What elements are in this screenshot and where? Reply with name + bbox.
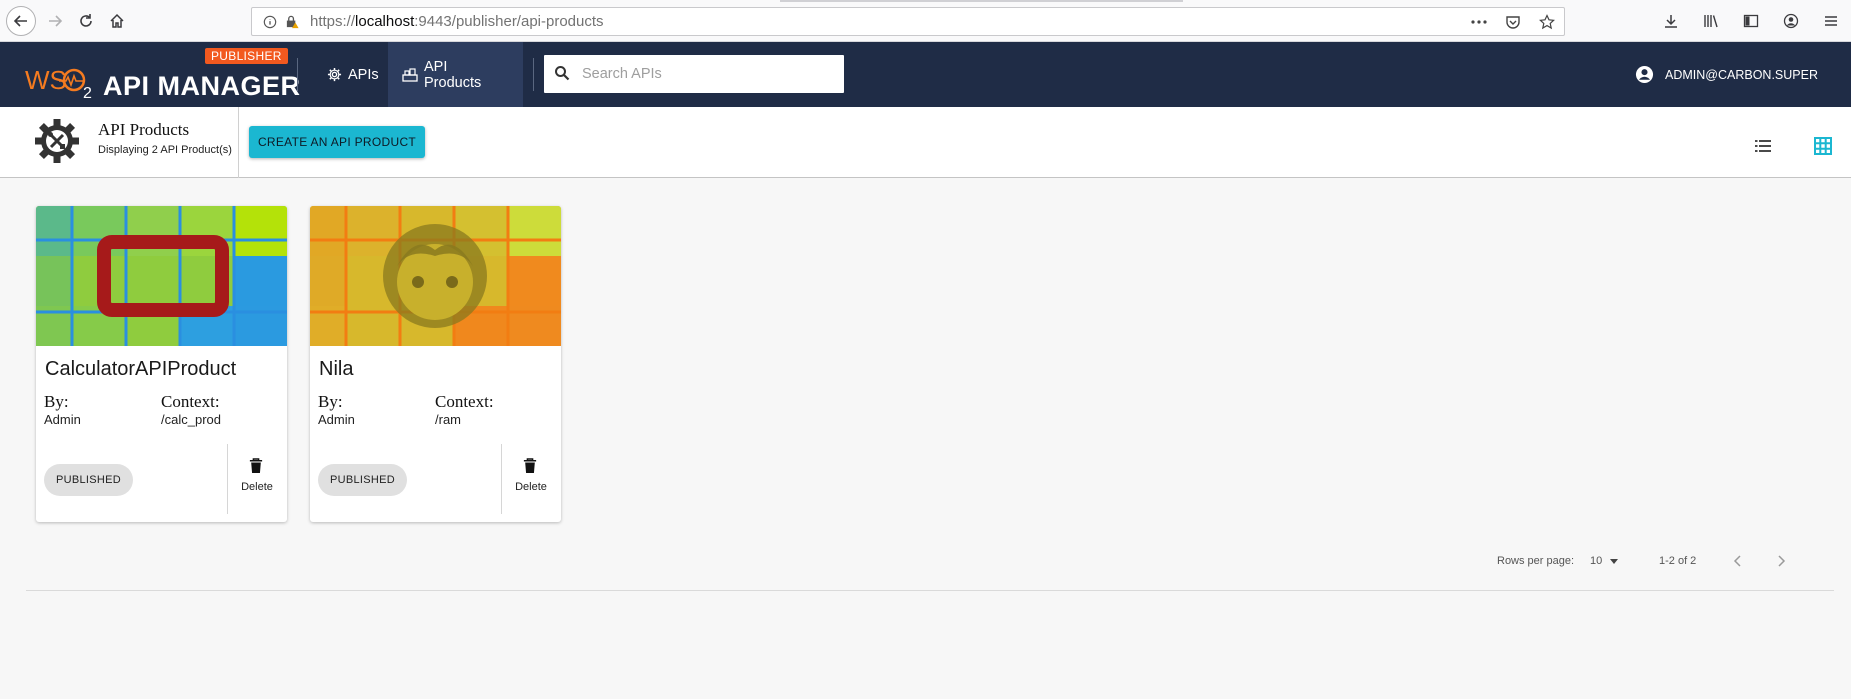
app-title: API MANAGER [103, 71, 301, 101]
create-api-product-button[interactable]: CREATE AN API PRODUCT [249, 126, 425, 158]
more-icon[interactable] [1470, 13, 1488, 31]
api-product-icon [402, 67, 418, 83]
caret-down-icon [1610, 558, 1619, 564]
context-value: /ram [435, 412, 461, 427]
rows-per-page-select[interactable]: 10 [1590, 555, 1619, 567]
sidebar-icon[interactable] [1741, 11, 1761, 31]
nav-api-products-label: API Products [424, 58, 482, 91]
user-menu[interactable]: ADMIN@CARBON.SUPER [1635, 42, 1818, 107]
nav-apis[interactable]: APIs [311, 42, 394, 107]
search-box[interactable] [544, 55, 844, 93]
sub-header-divider [238, 107, 239, 178]
search-icon [554, 65, 572, 83]
api-product-settings-icon [33, 117, 81, 165]
context-value: /calc_prod [161, 412, 221, 427]
username: ADMIN@CARBON.SUPER [1665, 67, 1818, 82]
card-divider [501, 444, 502, 514]
context-label: Context: [161, 392, 220, 411]
chevron-right-icon[interactable] [1771, 551, 1791, 571]
trash-icon [249, 458, 265, 476]
nav-api-products[interactable]: API Products [388, 42, 523, 107]
chevron-left-icon[interactable] [1728, 551, 1748, 571]
forward-arrow-icon[interactable] [41, 7, 69, 35]
info-icon[interactable] [262, 14, 278, 30]
bottom-divider [26, 590, 1834, 591]
by-label: By: [318, 392, 343, 411]
header-divider [297, 58, 298, 91]
delete-button[interactable]: Delete [511, 458, 551, 493]
page-caption: Displaying 2 API Product(s) [98, 144, 232, 156]
card-thumbnail-image [310, 206, 561, 346]
home-icon[interactable] [103, 7, 131, 35]
trash-icon [523, 458, 539, 476]
header-divider [533, 58, 534, 91]
rows-per-page-value: 10 [1590, 555, 1603, 567]
url-bar[interactable]: https://localhost:9443/publisher/api-pro… [251, 7, 1565, 36]
account-icon[interactable] [1781, 11, 1801, 31]
pagination: Rows per page: 10 1-2 of 2 [0, 551, 1851, 575]
search-input[interactable] [582, 66, 822, 82]
delete-button[interactable]: Delete [237, 458, 277, 493]
publisher-badge: PUBLISHER [205, 48, 288, 64]
page-title: API Products [98, 120, 190, 139]
url-text: https://localhost:9443/publisher/api-pro… [310, 13, 604, 30]
by-label: By: [44, 392, 69, 411]
library-icon[interactable] [1701, 11, 1721, 31]
download-icon[interactable] [1661, 11, 1681, 31]
provider-value: Admin [318, 412, 355, 427]
wso2-logo-mark: WS 2 [25, 65, 92, 100]
pocket-icon[interactable] [1504, 13, 1522, 31]
card-title[interactable]: CalculatorAPIProduct [45, 358, 236, 381]
status-badge: PUBLISHED [318, 464, 408, 496]
card-title[interactable]: Nila [319, 358, 353, 381]
wso2-logo[interactable]: WS 2 API MANAGER [25, 64, 301, 100]
back-arrow-icon[interactable] [6, 6, 36, 36]
pagination-range: 1-2 of 2 [1659, 555, 1697, 567]
browser-toolbar: https://localhost:9443/publisher/api-pro… [0, 0, 1851, 42]
context-label: Context: [435, 392, 494, 411]
lock-warning-icon[interactable] [284, 14, 300, 30]
account-circle-icon [1635, 65, 1655, 85]
tab-indicator [780, 0, 1183, 2]
status-badge: PUBLISHED [44, 464, 134, 496]
delete-label: Delete [241, 481, 273, 493]
svg-text:WS: WS [25, 65, 67, 95]
reload-icon[interactable] [72, 7, 100, 35]
rows-per-page-label: Rows per page: [1497, 555, 1575, 567]
delete-label: Delete [515, 481, 547, 493]
api-product-card[interactable]: CalculatorAPIProduct By: Context: Admin … [36, 206, 287, 522]
card-divider [227, 444, 228, 514]
card-thumbnail-image [36, 206, 287, 346]
svg-text:2: 2 [83, 85, 92, 100]
menu-icon[interactable] [1821, 11, 1841, 31]
star-icon[interactable] [1538, 13, 1556, 31]
provider-value: Admin [44, 412, 81, 427]
list-view-icon[interactable] [1752, 136, 1774, 156]
nav-apis-label: APIs [348, 66, 379, 83]
api-product-card[interactable]: Nila By: Context: Admin /ram PUBLISHED D… [310, 206, 561, 522]
grid-view-icon[interactable] [1812, 135, 1834, 157]
gear-icon [326, 67, 342, 83]
